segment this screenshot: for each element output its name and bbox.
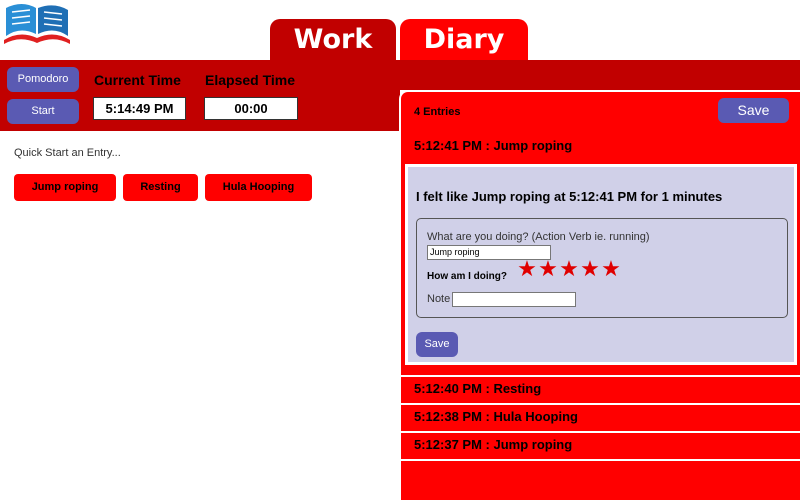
entries-count: 4 Entries bbox=[414, 106, 461, 118]
current-time-display: 5:14:49 PM bbox=[93, 97, 186, 120]
app-page: Work Diary Pomodoro Start Current Time E… bbox=[0, 0, 800, 500]
how-am-i-doing-label: How am I doing? bbox=[427, 271, 507, 282]
save-diary-button[interactable]: Save bbox=[718, 98, 789, 123]
action-question-label: What are you doing? (Action Verb ie. run… bbox=[427, 231, 650, 243]
start-button[interactable]: Start bbox=[7, 99, 79, 124]
entry-title: 5:12:37 PM : Jump roping bbox=[414, 437, 573, 452]
note-input[interactable] bbox=[452, 292, 576, 307]
star-icon[interactable]: ★ bbox=[559, 258, 579, 280]
entry-row-resting[interactable]: 5:12:40 PM : Resting bbox=[401, 375, 800, 402]
entry-title: 5:12:40 PM : Resting bbox=[414, 381, 542, 396]
quick-start-jump-roping-button[interactable]: Jump roping bbox=[14, 174, 116, 201]
star-icon[interactable]: ★ bbox=[517, 258, 537, 280]
star-icon[interactable]: ★ bbox=[580, 258, 600, 280]
entry-title: 5:12:38 PM : Hula Hooping bbox=[414, 409, 578, 424]
pomodoro-button[interactable]: Pomodoro bbox=[7, 67, 79, 92]
entry-row-hula-hooping[interactable]: 5:12:38 PM : Hula Hooping bbox=[401, 403, 800, 430]
entry-row-jump-roping[interactable]: 5:12:37 PM : Jump roping bbox=[401, 431, 800, 458]
open-book-logo-icon bbox=[4, 4, 70, 44]
diary-panel-footer bbox=[401, 459, 800, 500]
star-icon[interactable]: ★ bbox=[601, 258, 621, 280]
star-rating[interactable]: ★ ★ ★ ★ ★ bbox=[517, 258, 621, 280]
tab-work[interactable]: Work bbox=[270, 19, 396, 61]
quick-start-hula-hooping-button[interactable]: Hula Hooping bbox=[205, 174, 312, 201]
current-time-label: Current Time bbox=[94, 72, 181, 88]
tab-diary[interactable]: Diary bbox=[400, 19, 528, 61]
entry-detail-heading: I felt like Jump roping at 5:12:41 PM fo… bbox=[416, 189, 723, 204]
note-label: Note bbox=[427, 293, 451, 305]
expanded-entry-title[interactable]: 5:12:41 PM : Jump roping bbox=[414, 138, 572, 153]
elapsed-time-display: 00:00 bbox=[204, 97, 298, 120]
star-icon[interactable]: ★ bbox=[538, 258, 558, 280]
quick-start-resting-button[interactable]: Resting bbox=[123, 174, 198, 201]
elapsed-time-label: Elapsed Time bbox=[205, 72, 296, 88]
save-entry-button[interactable]: Save bbox=[416, 332, 458, 357]
quick-start-label: Quick Start an Entry... bbox=[14, 147, 121, 159]
